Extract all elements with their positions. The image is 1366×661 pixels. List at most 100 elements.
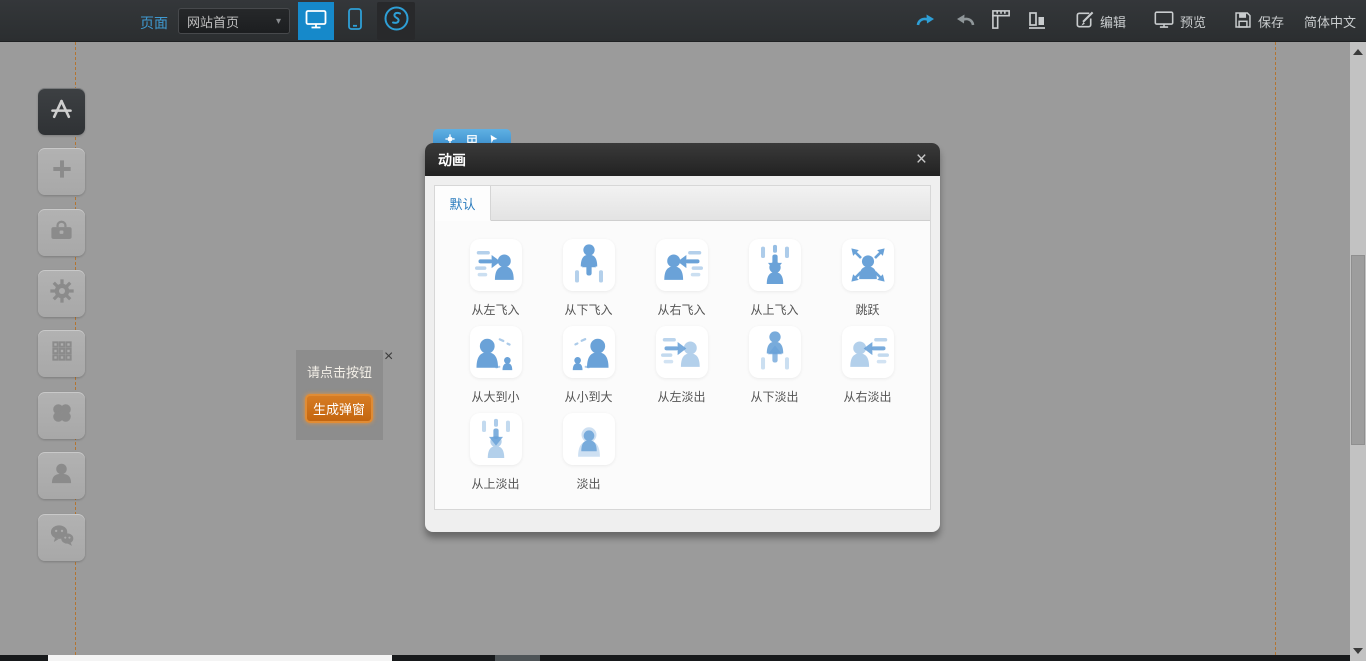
clover-icon [49,400,75,431]
fade-right-icon [842,326,894,378]
preview-label: 预览 [1180,12,1206,31]
fade-icon [563,413,615,465]
animation-option-jump[interactable]: 跳跃 [821,239,914,317]
sidebar-item-member[interactable] [38,452,85,499]
animation-option-small-to-big[interactable]: 从小到大 [542,326,635,404]
edit-label: 编辑 [1100,12,1126,31]
modal-title: 动画 [438,150,466,170]
fade-left-icon [656,326,708,378]
modal-body: 默认 从左飞入 [434,185,931,510]
page-label: 页面 [140,13,168,33]
language-switch[interactable]: 简体中文 [1304,12,1356,31]
grid-icon [49,338,75,369]
website-builder-app: 页面 网站首页 ▾ [0,0,1366,661]
page-select-dropdown[interactable]: 网站首页 ▾ [178,8,290,34]
sidebar-item-toolbox[interactable] [38,209,85,256]
preview-button[interactable]: 预览 [1148,9,1206,33]
jump-icon [842,239,894,291]
wechat-icon [48,521,76,554]
fade-bottom-icon [749,326,801,378]
mobile-phone-icon [345,7,365,36]
modal-tabstrip: 默认 [435,186,930,221]
save-button[interactable]: 保存 [1228,10,1284,33]
bottom-bar-gray-segment [495,655,540,661]
fly-in-bottom-icon [563,239,615,291]
animation-option-label: 从上飞入 [750,301,798,317]
animation-modal: 动画 × 默认 [425,143,940,532]
plus-icon [49,156,75,187]
animation-option-label: 从右飞入 [657,301,705,317]
toolbar-right-group: 编辑 预览 保存 [900,0,1360,42]
animation-option-fly-in-left[interactable]: 从左飞入 [449,239,542,317]
animation-option-label: 从下飞入 [564,301,612,317]
animation-option-fly-in-top[interactable]: 从上飞入 [728,239,821,317]
animation-option-label: 从下淡出 [750,388,798,404]
animation-option-label: 淡出 [576,475,600,491]
animation-option-label: 跳跃 [855,301,879,317]
redo-icon [953,13,976,30]
fade-top-icon [470,413,522,465]
animation-option-fly-in-bottom[interactable]: 从下飞入 [542,239,635,317]
fly-in-top-icon [749,239,801,291]
animation-option-fade-bottom[interactable]: 从下淡出 [728,326,821,404]
animation-option-fly-in-right[interactable]: 从右飞入 [635,239,728,317]
modal-close-icon[interactable]: × [916,150,927,169]
mobile-view-button[interactable] [340,2,370,40]
sidebar-item-modules[interactable] [38,330,85,377]
chevron-down-icon: ▾ [276,16,281,27]
scrollbar-thumb[interactable] [1351,255,1365,445]
animation-option-label: 从左淡出 [657,388,705,404]
design-tools-icon [48,96,75,128]
big-to-small-icon [470,326,522,378]
fly-in-left-icon [470,239,522,291]
vertical-scrollbar[interactable] [1350,42,1366,661]
animation-option-fade-left[interactable]: 从左淡出 [635,326,728,404]
link-circle-icon [383,5,410,37]
save-label: 保存 [1258,12,1284,31]
link-button[interactable] [377,2,415,40]
page-select-value: 网站首页 [187,12,239,31]
redo-button[interactable] [953,13,976,30]
animation-option-label: 从上淡出 [471,475,519,491]
widget-close-icon[interactable]: × [384,349,393,365]
animation-option-label: 从大到小 [471,388,519,404]
tab-default[interactable]: 默认 [435,186,491,221]
gear-icon [48,277,76,310]
canvas-bottom-bar [0,655,1366,661]
edit-button[interactable]: 编辑 [1069,9,1126,33]
scroll-down-arrow-icon[interactable] [1353,648,1363,654]
animation-option-label: 从左飞入 [471,301,519,317]
undo-button[interactable] [915,13,938,30]
desktop-view-button[interactable] [298,2,334,40]
animation-option-big-to-small[interactable]: 从大到小 [449,326,542,404]
animation-option-fade[interactable]: 淡出 [542,413,635,491]
animation-option-label: 从右淡出 [843,388,891,404]
animation-option-fade-right[interactable]: 从右淡出 [821,326,914,404]
save-floppy-icon [1233,10,1253,33]
scroll-up-arrow-icon[interactable] [1353,49,1363,55]
user-icon [48,460,75,492]
preview-monitor-icon [1153,9,1175,33]
animation-option-fade-top[interactable]: 从上淡出 [449,413,542,491]
sidebar-item-wechat[interactable] [38,514,85,561]
widget-prompt-text: 请点击按钮 [296,362,383,381]
undo-icon [915,13,938,30]
desktop-monitor-icon [304,7,328,36]
canvas-guide-right [1275,42,1276,655]
sidebar-item-settings[interactable] [38,270,85,317]
fly-in-right-icon [656,239,708,291]
ruler-icon [991,9,1012,33]
popup-trigger-widget[interactable]: 请点击按钮 生成弹窗 [296,350,383,440]
generate-popup-button[interactable]: 生成弹窗 [305,394,373,423]
sidebar-item-add-module[interactable] [38,148,85,195]
animation-grid: 从左飞入 从下飞入 [435,221,930,509]
bottom-bar-light-segment [48,655,392,661]
modal-header[interactable]: 动画 × [425,143,940,176]
animation-option-label: 从小到大 [564,388,612,404]
stats-icon [1027,9,1047,33]
sidebar-item-apps[interactable] [38,392,85,439]
sidebar-item-design-tools[interactable] [38,88,85,135]
stats-button[interactable] [1027,9,1047,33]
toolbox-icon [48,217,75,249]
ruler-button[interactable] [991,9,1012,33]
